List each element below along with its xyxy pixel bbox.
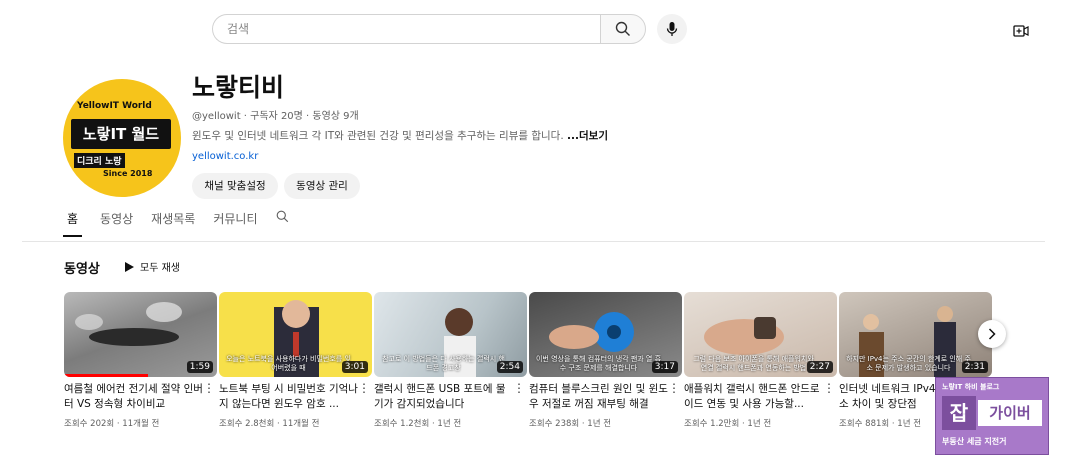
video-meta: 조회수 1.2천회 · 1년 전 (374, 419, 462, 429)
video-title[interactable]: 갤럭시 핸드폰 USB 포트에 물기가 감지되었습니다 (374, 382, 514, 412)
avatar-line1: YellowIT World (77, 101, 152, 111)
search-button[interactable] (600, 14, 646, 44)
tab-search[interactable] (276, 210, 289, 234)
section-title: 동영상 (64, 262, 100, 277)
more-options-icon[interactable]: ⋮ (668, 381, 680, 395)
watermark-big-text-2: 가이버 (978, 400, 1042, 426)
video-card[interactable]: 오늘은 노트북을 사용하다가 비밀번호를 잊어버렸을 때 3:01 노트북 부팅… (219, 292, 372, 429)
video-duration: 3:17 (651, 361, 678, 373)
watermark-big-text-1: 잡 (942, 396, 976, 430)
watermark-logo: 노랗IT 하비 블로그 잡 가이버 부동산 세금 지전거 (935, 377, 1049, 455)
channel-avatar: YellowIT World 노랗IT 월드 디크리 노랑 Since 2018 (63, 79, 181, 197)
watch-progress (64, 374, 149, 377)
thumbnail-caption: 오늘은 노트북을 사용하다가 비밀번호를 잊어버렸을 때 (226, 355, 351, 372)
video-thumbnail[interactable]: 이번 영상을 통해 컴퓨터의 냉각 팬과 열 흡수 구조 문제를 해결합니다 3… (529, 292, 682, 377)
video-meta: 조회수 238회 · 1년 전 (529, 419, 612, 429)
video-duration: 1:59 (186, 361, 213, 373)
thumbnail-caption: 그럼 다음 보조 아이폰을 통해 애플워치와 연결 갤럭시 핸드폰과 연동하는 … (693, 355, 814, 372)
watermark-top-text: 노랗IT 하비 블로그 (942, 383, 1000, 391)
video-thumbnail[interactable]: 1:59 (64, 292, 217, 377)
microphone-icon (666, 22, 678, 36)
tab-home[interactable]: 홈 (63, 210, 83, 237)
play-all-label: 모두 재생 (140, 263, 180, 274)
watermark-bottom-text: 부동산 세금 지전거 (942, 437, 1007, 446)
video-duration: 2:31 (961, 361, 988, 373)
tab-playlists[interactable]: 재생목록 (151, 210, 195, 235)
thumbnail-caption: 하지만 IPv4는 주소 공간의 한계로 인해 주소 문제가 발생하고 있습니다 (846, 355, 971, 372)
video-title[interactable]: 애플워치 갤럭시 핸드폰 안드로이드 연동 및 사용 가능할... (684, 382, 824, 412)
thumbnail-caption: 이번 영상을 통해 컴퓨터의 냉각 팬과 열 흡수 구조 문제를 해결합니다 (535, 355, 662, 372)
avatar-line4: Since 2018 (103, 169, 153, 178)
description-text: 윈도우 및 인터넷 네트워크 각 IT와 관련된 건강 및 편리성을 추구하는 … (192, 130, 568, 142)
avatar-line2: 노랗IT 월드 (71, 119, 171, 149)
video-card[interactable]: 그럼 다음 보조 아이폰을 통해 애플워치와 연결 갤럭시 핸드폰과 연동하는 … (684, 292, 837, 429)
play-all-button[interactable]: 모두 재생 (125, 259, 180, 274)
video-thumbnail[interactable]: 오늘은 노트북을 사용하다가 비밀번호를 잊어버렸을 때 3:01 (219, 292, 372, 377)
tabs-divider (22, 241, 1045, 242)
video-card[interactable]: 이번 영상을 통해 컴퓨터의 냉각 팬과 열 흡수 구조 문제를 해결합니다 3… (529, 292, 682, 429)
more-link[interactable]: ...더보기 (567, 130, 608, 142)
manage-videos-button[interactable]: 동영상 관리 (284, 173, 360, 199)
more-options-icon[interactable]: ⋮ (358, 381, 370, 395)
video-duration: 2:54 (496, 361, 523, 373)
video-meta: 조회수 2.8천회 · 11개월 전 (219, 419, 320, 429)
channel-tabs: 홈 동영상 재생목록 커뮤니티 (63, 210, 307, 242)
channel-description[interactable]: 윈도우 및 인터넷 네트워크 각 IT와 관련된 건강 및 편리성을 추구하는 … (192, 128, 608, 143)
search-icon (615, 21, 630, 36)
more-options-icon[interactable]: ⋮ (203, 381, 215, 395)
more-options-icon[interactable]: ⋮ (513, 381, 525, 395)
video-thumbnail[interactable]: 하지만 IPv4는 주소 공간의 한계로 인해 주소 문제가 발생하고 있습니다… (839, 292, 992, 377)
video-add-icon (1013, 25, 1029, 37)
video-duration: 3:01 (341, 361, 368, 373)
video-thumbnail[interactable]: 그럼 다음 보조 아이폰을 통해 애플워치와 연결 갤럭시 핸드폰과 연동하는 … (684, 292, 837, 377)
play-icon (125, 261, 134, 272)
video-card[interactable]: 참고로 이 방법들은 다 사용하는 갤럭시 핸드폰 경고창 2:54 갤럭시 핸… (374, 292, 527, 429)
customize-channel-button[interactable]: 채널 맞춤설정 (192, 173, 278, 199)
video-thumbnail[interactable]: 참고로 이 방법들은 다 사용하는 갤럭시 핸드폰 경고창 2:54 (374, 292, 527, 377)
scroll-next-button[interactable] (978, 320, 1006, 348)
channel-name: 노랗티비 (192, 73, 285, 102)
thumbnail-caption: 참고로 이 방법들은 다 사용하는 갤럭시 핸드폰 경고창 (382, 355, 505, 372)
channel-meta: @yellowit · 구독자 20명 · 동영상 9개 (192, 111, 359, 122)
video-title[interactable]: 여름철 에어컨 전기세 절약 인버터 VS 정속형 차이비교 (64, 382, 204, 412)
video-meta: 조회수 1.2만회 · 1년 전 (684, 419, 772, 429)
video-card[interactable]: 1:59 여름철 에어컨 전기세 절약 인버터 VS 정속형 차이비교 ⋮ 조회… (64, 292, 217, 429)
video-title[interactable]: 노트북 부팅 시 비밀번호 기억나지 않는다면 윈도우 암호 ... (219, 382, 359, 412)
chevron-right-icon (988, 328, 996, 340)
search-input[interactable]: 검색 (212, 14, 601, 44)
video-title[interactable]: 컴퓨터 블루스크린 원인 및 윈도우 저절로 꺼짐 재부팅 해결 (529, 382, 669, 412)
search-icon (276, 210, 288, 223)
top-bar: 검색 (0, 0, 1066, 64)
more-options-icon[interactable]: ⋮ (823, 381, 835, 395)
create-video-button[interactable] (1010, 22, 1032, 40)
tab-community[interactable]: 커뮤니티 (213, 210, 257, 235)
tab-videos[interactable]: 동영상 (100, 210, 133, 235)
video-meta: 조회수 202회 · 11개월 전 (64, 419, 160, 429)
video-duration: 2:27 (806, 361, 833, 373)
avatar-line3: 디크리 노랑 (74, 153, 125, 168)
channel-link[interactable]: yellowit.co.kr (192, 151, 258, 162)
voice-search-button[interactable] (657, 14, 687, 44)
